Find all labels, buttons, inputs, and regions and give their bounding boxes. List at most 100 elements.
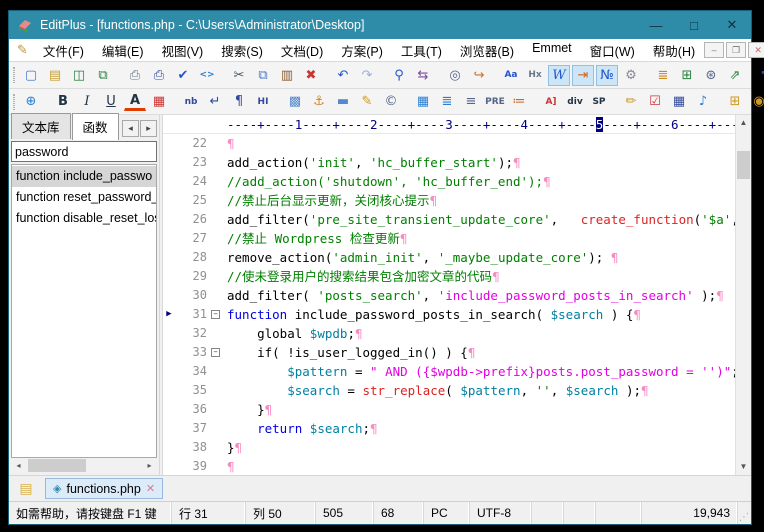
scroll-down-icon[interactable]: ▼	[736, 459, 751, 475]
form-editor-icon[interactable]: ✏	[620, 91, 642, 112]
toolbar-grip[interactable]	[13, 94, 15, 110]
window-list-icon[interactable]: ⊞	[676, 65, 698, 86]
sidebar-horizontal-scrollbar[interactable]: ◂ ▸	[11, 458, 157, 473]
word-wrap-icon[interactable]: W	[548, 65, 570, 86]
line-numbers-icon[interactable]: №	[596, 65, 618, 86]
code-line-22[interactable]: 22¶	[163, 134, 735, 153]
code-line-33[interactable]: 33− if( !is_user_logged_in() ) {¶	[163, 343, 735, 362]
sidebar-tab-文本库[interactable]: 文本库	[11, 113, 71, 139]
copy-icon[interactable]: ⧉	[252, 65, 274, 86]
close-button[interactable]: ✕	[713, 11, 751, 39]
code-line-24[interactable]: 24//add_action('shutdown', 'hc_buffer_en…	[163, 172, 735, 191]
function-filter-input[interactable]	[11, 141, 157, 162]
code-line-37[interactable]: 37 return $search;¶	[163, 419, 735, 438]
span-tag-icon[interactable]: SP	[588, 91, 610, 112]
resize-grip-icon[interactable]: ⋰	[738, 502, 751, 524]
div-tag-icon[interactable]: div	[564, 91, 586, 112]
form-fields-icon[interactable]: ⊞	[724, 91, 746, 112]
mdi-close-button[interactable]: ✕	[748, 42, 764, 58]
mdi-restore-button[interactable]: ❐	[726, 42, 746, 58]
comment-note-icon[interactable]: ✎	[356, 91, 378, 112]
toolbar-grip[interactable]	[13, 67, 15, 83]
save-icon[interactable]: ◫	[68, 65, 90, 86]
menu-文件f[interactable]: 文件(F)	[34, 39, 93, 62]
context-help-icon[interactable]: ↖?	[756, 65, 764, 86]
replace-icon[interactable]: ⇆	[412, 65, 434, 86]
tab-close-icon[interactable]: ✕	[146, 482, 155, 495]
code-line-31[interactable]: ▶31−function include_password_posts_in_s…	[163, 305, 735, 324]
menu-浏览器b[interactable]: 浏览器(B)	[451, 39, 523, 62]
menu-搜索s[interactable]: 搜索(S)	[212, 39, 272, 62]
print-icon[interactable]: ⎙	[148, 65, 170, 86]
code-line-23[interactable]: 23add_action('init', 'hc_buffer_start');…	[163, 153, 735, 172]
scroll-left-icon[interactable]: ◂	[11, 461, 26, 470]
script-check-icon[interactable]: ☑	[644, 91, 666, 112]
image-icon[interactable]: ▩	[284, 91, 306, 112]
menu-文档d[interactable]: 文档(D)	[272, 39, 332, 62]
goto-line-icon[interactable]: ↪	[468, 65, 490, 86]
mdi-minimize-button[interactable]: –	[704, 42, 724, 58]
browser-icon[interactable]: ⊕	[20, 91, 42, 112]
hex-viewer-icon[interactable]: Hx	[524, 65, 546, 86]
font-color-icon[interactable]: A	[124, 93, 146, 111]
italic-icon[interactable]: I	[76, 91, 98, 112]
menu-工具t[interactable]: 工具(T)	[392, 39, 451, 62]
paragraph-tag-icon[interactable]: ≣	[436, 91, 458, 112]
code-view[interactable]: 22¶23add_action('init', 'hc_buffer_start…	[163, 134, 735, 475]
radio-group-icon[interactable]: ◉	[748, 91, 764, 112]
underline-icon[interactable]: U	[100, 91, 122, 112]
code-line-30[interactable]: 30add_filter( 'posts_search', 'include_p…	[163, 286, 735, 305]
table-icon[interactable]: ▦	[412, 91, 434, 112]
directory-window-icon[interactable]: ▤	[15, 479, 37, 499]
menu-emmet[interactable]: Emmet	[523, 39, 581, 62]
print-preview-icon[interactable]: ⎙	[124, 65, 146, 86]
code-line-26[interactable]: 26add_filter('pre_site_transient_update_…	[163, 210, 735, 229]
menu-编辑e[interactable]: 编辑(E)	[93, 39, 153, 62]
preferences-icon[interactable]: ⚙	[620, 65, 642, 86]
html-tags-icon[interactable]: <>	[196, 65, 218, 86]
code-line-29[interactable]: 29//使未登录用户的搜索结果包含加密文章的代码¶	[163, 267, 735, 286]
fold-collapse-icon[interactable]: −	[211, 310, 220, 319]
center-text-icon[interactable]: ≡	[460, 91, 482, 112]
delete-icon[interactable]: ✖	[300, 65, 322, 86]
undo-icon[interactable]: ↶	[332, 65, 354, 86]
preformatted-icon[interactable]: PRE	[484, 91, 506, 112]
special-character-icon[interactable]: ©	[380, 91, 402, 112]
scroll-right-icon[interactable]: ▸	[142, 461, 157, 470]
menu-帮助h[interactable]: 帮助(H)	[644, 39, 704, 62]
menu-方案p[interactable]: 方案(P)	[332, 39, 392, 62]
bullet-list-icon[interactable]: ≔	[508, 91, 530, 112]
horizontal-rule-icon[interactable]: ▬	[332, 91, 354, 112]
scrollbar-thumb[interactable]	[737, 151, 750, 179]
menu-窗口w[interactable]: 窗口(W)	[581, 39, 644, 62]
view-in-browser-icon[interactable]: ⇗	[724, 65, 746, 86]
find-in-files-icon[interactable]: ◎	[444, 65, 466, 86]
non-breaking-space-icon[interactable]: nb	[180, 91, 202, 112]
code-line-27[interactable]: 27//禁止 Wordpress 检查更新¶	[163, 229, 735, 248]
open-file-icon[interactable]: ▤	[44, 65, 66, 86]
code-line-38[interactable]: 38}¶	[163, 438, 735, 457]
scrollbar-thumb[interactable]	[28, 459, 86, 472]
paragraph-icon[interactable]: ¶	[228, 91, 250, 112]
code-line-25[interactable]: 25//禁止后台显示更新，关闭核心提示¶	[163, 191, 735, 210]
document-tab-functions-php[interactable]: ◈ functions.php ✕	[45, 478, 163, 499]
menu-视图v[interactable]: 视图(V)	[153, 39, 213, 62]
line-break-icon[interactable]: ↵	[204, 91, 226, 112]
new-file-icon[interactable]: ▢	[20, 65, 42, 86]
anchor-icon[interactable]: ⚓	[308, 91, 330, 112]
browser-preview-icon[interactable]: ⊛	[700, 65, 722, 86]
save-all-icon[interactable]: ⧉	[92, 65, 114, 86]
bold-icon[interactable]: B	[52, 91, 74, 112]
redo-icon[interactable]: ↷	[356, 65, 378, 86]
function-list-item[interactable]: function reset_password_	[12, 187, 156, 208]
minimize-button[interactable]: —	[637, 11, 675, 39]
link-anchor-icon[interactable]: A]	[540, 91, 562, 112]
maximize-button[interactable]: □	[675, 11, 713, 39]
color-palette-icon[interactable]: ▦	[148, 91, 170, 112]
cut-icon[interactable]: ✂	[228, 65, 250, 86]
audio-icon[interactable]: ♪	[692, 91, 714, 112]
multimedia-icon[interactable]: ▦	[668, 91, 690, 112]
find-icon[interactable]: ⚲	[388, 65, 410, 86]
tab-scroll-right-icon[interactable]: ▸	[140, 120, 157, 137]
code-line-28[interactable]: 28remove_action('admin_init', '_maybe_up…	[163, 248, 735, 267]
